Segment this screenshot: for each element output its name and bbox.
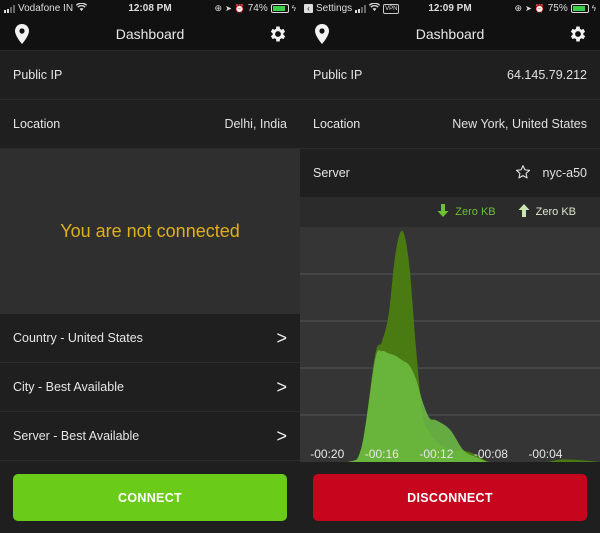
public-ip-value: 64.145.79.212 <box>507 68 587 82</box>
disconnected-screen: Vodafone IN 12:08 PM ⊕ ➤ ⏰ 74% ϟ Dashboa… <box>0 0 300 533</box>
x-tick-label: -00:08 <box>474 447 508 461</box>
download-legend: Zero KB <box>437 204 496 220</box>
location-row: Location New York, United States <box>300 100 600 149</box>
charging-icon: ϟ <box>591 4 596 13</box>
rotation-lock-icon: ⊕ <box>514 3 523 13</box>
server-label: Server <box>313 166 350 180</box>
status-bar: Vodafone IN 12:08 PM ⊕ ➤ ⏰ 74% ϟ <box>0 0 300 17</box>
chevron-right-icon: > <box>276 327 287 348</box>
location-services-icon: ➤ <box>225 4 232 13</box>
page-title: Dashboard <box>115 25 185 42</box>
server-selector-label: Server - Best Available <box>13 429 140 443</box>
x-tick-label: -00:04 <box>528 447 562 461</box>
country-selector[interactable]: Country - United States > <box>0 314 300 363</box>
battery-percent: 74% <box>247 3 268 14</box>
server-value: nyc-a50 <box>542 166 587 180</box>
traffic-chart: Zero KB Zero KB -00:20 -00:16 -00:12 -00:08… <box>300 197 600 462</box>
location-value: Delhi, India <box>224 117 287 131</box>
wifi-icon <box>368 2 381 14</box>
gear-icon[interactable] <box>268 23 288 45</box>
wifi-icon <box>75 2 88 14</box>
chevron-right-icon: > <box>276 376 287 397</box>
arrow-up-icon <box>518 204 530 220</box>
location-label: Location <box>313 117 361 131</box>
back-to-app-label[interactable]: Settings <box>316 3 352 14</box>
signal-strength-icon <box>355 4 367 13</box>
nav-bar: Dashboard <box>300 17 600 51</box>
star-outline-icon[interactable] <box>515 164 531 183</box>
connection-status-panel: You are not connected <box>0 149 300 314</box>
battery-icon <box>270 4 289 13</box>
public-ip-row: Public IP 64.145.79.212 <box>300 51 600 100</box>
server-selector[interactable]: Server - Best Available > <box>0 412 300 461</box>
city-selector-label: City - Best Available <box>13 380 124 394</box>
upload-legend: Zero KB <box>518 204 576 220</box>
gear-icon[interactable] <box>568 23 588 45</box>
signal-strength-icon <box>4 4 15 13</box>
country-selector-label: Country - United States <box>13 331 143 345</box>
charging-icon: ϟ <box>291 4 296 13</box>
public-ip-label: Public IP <box>313 68 363 82</box>
x-tick-label: -00:16 <box>365 447 399 461</box>
traffic-chart-plot: -00:20 -00:16 -00:12 -00:08 -00:04 <box>300 230 600 462</box>
alarm-icon: ⏰ <box>534 4 545 13</box>
public-ip-row: Public IP <box>0 51 300 100</box>
download-series-area <box>300 230 600 462</box>
connected-screen: ‹ Settings VPN 12:09 PM ⊕ ➤ ⏰ 75% ϟ Dash… <box>300 0 600 533</box>
nav-bar: Dashboard <box>0 17 300 51</box>
back-to-app-icon[interactable]: ‹ <box>304 4 313 13</box>
x-tick-label: -00:12 <box>419 447 453 461</box>
page-title: Dashboard <box>415 25 485 42</box>
rotation-lock-icon: ⊕ <box>214 3 223 13</box>
battery-icon <box>570 4 589 13</box>
alarm-icon: ⏰ <box>234 4 245 13</box>
server-row: Server nyc-a50 <box>300 149 600 198</box>
location-services-icon: ➤ <box>525 4 532 13</box>
upload-amount: Zero KB <box>535 206 576 218</box>
upload-series-area <box>300 350 600 462</box>
location-value: New York, United States <box>452 117 587 131</box>
location-label: Location <box>13 117 61 131</box>
carrier-name: Vodafone IN <box>18 3 74 14</box>
location-pin-icon[interactable] <box>12 23 32 45</box>
download-amount: Zero KB <box>455 206 496 218</box>
vpn-badge: VPN <box>383 3 400 14</box>
public-ip-label: Public IP <box>13 68 63 82</box>
status-bar: ‹ Settings VPN 12:09 PM ⊕ ➤ ⏰ 75% ϟ <box>300 0 600 17</box>
x-tick-label: -00:20 <box>310 447 344 461</box>
connection-status-message: You are not connected <box>60 221 240 241</box>
city-selector[interactable]: City - Best Available > <box>0 363 300 412</box>
traffic-legend: Zero KB Zero KB <box>300 197 600 227</box>
connect-button[interactable]: CONNECT <box>13 474 287 521</box>
chevron-right-icon: > <box>276 425 287 446</box>
battery-percent: 75% <box>547 3 568 14</box>
arrow-down-icon <box>437 204 449 220</box>
disconnect-button[interactable]: DISCONNECT <box>313 474 587 521</box>
location-row: Location Delhi, India <box>0 100 300 149</box>
location-pin-icon[interactable] <box>312 23 332 45</box>
